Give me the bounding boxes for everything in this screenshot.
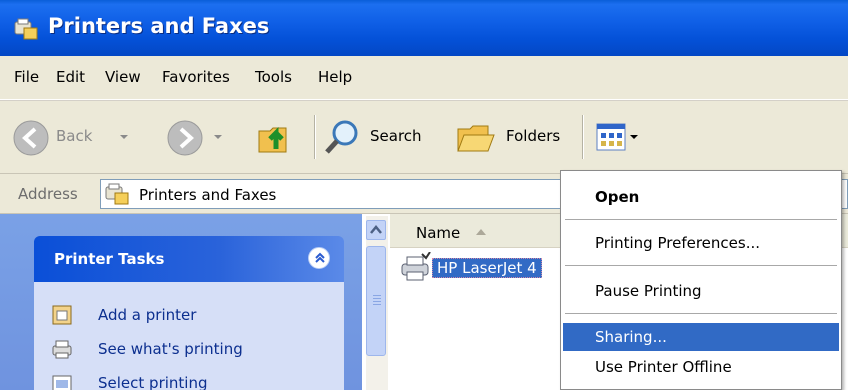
printer-name: HP LaserJet 4	[432, 258, 542, 278]
menu-item-label: Use Printer Offline	[595, 358, 732, 376]
menu-help[interactable]: Help	[318, 68, 352, 86]
menu-separator	[565, 265, 837, 266]
menu-item-label: Open	[595, 188, 640, 206]
menu-item-label: Pause Printing	[595, 282, 702, 300]
menu-separator	[565, 219, 837, 220]
up-folder-button[interactable]	[256, 101, 306, 175]
task-link-label: See what's printing	[98, 340, 243, 358]
up-folder-icon	[258, 126, 287, 153]
views-button[interactable]	[596, 101, 646, 175]
menu-item-open[interactable]: Open	[563, 183, 839, 211]
task-pane: Printer Tasks Add a printer See what's p…	[0, 214, 362, 390]
task-link-label: Add a printer	[98, 306, 197, 324]
forward-arrow-icon	[167, 120, 203, 156]
views-dropdown-icon[interactable]	[630, 135, 638, 139]
back-arrow-icon	[13, 120, 49, 156]
folders-button[interactable]: Folders	[456, 101, 576, 175]
context-menu: Open Printing Preferences... Pause Print…	[560, 170, 842, 390]
menu-edit[interactable]: Edit	[56, 68, 85, 86]
search-icon	[325, 120, 358, 154]
toolbar-separator	[582, 115, 583, 159]
scroll-thumb[interactable]	[366, 246, 386, 356]
chevron-up-icon	[315, 252, 325, 263]
toolbar-separator	[314, 115, 315, 159]
menu-separator	[565, 313, 837, 314]
back-dropdown-icon[interactable]	[120, 135, 128, 139]
menu-view[interactable]: View	[105, 68, 141, 86]
vertical-scrollbar[interactable]	[366, 216, 388, 390]
task-link-label: Select printing	[98, 374, 208, 390]
window-title: Printers and Faxes	[48, 14, 270, 38]
sort-ascending-icon	[476, 229, 486, 235]
menu-item-label: Sharing...	[595, 328, 667, 346]
address-value: Printers and Faxes	[139, 186, 277, 204]
printer-tasks-body: Add a printer See what's printing Select…	[34, 282, 344, 390]
printer-icon	[401, 252, 431, 281]
printing-preferences-icon	[52, 375, 72, 390]
address-label: Address	[18, 185, 78, 203]
search-label: Search	[370, 127, 422, 145]
forward-button[interactable]	[166, 101, 246, 175]
toolbar: Back Search Folders	[0, 100, 848, 174]
title-bar[interactable]: Printers and Faxes	[0, 0, 848, 56]
folders-label: Folders	[506, 127, 561, 145]
views-icon	[596, 123, 626, 151]
column-name-label: Name	[416, 224, 461, 242]
printers-folder-icon	[105, 183, 129, 205]
search-button[interactable]: Search	[322, 101, 442, 175]
printer-tasks-header[interactable]: Printer Tasks	[34, 236, 344, 282]
menu-item-label: Printing Preferences...	[595, 234, 760, 252]
printer-tasks-title: Printer Tasks	[54, 250, 165, 268]
menu-favorites[interactable]: Favorites	[162, 68, 230, 86]
collapse-button[interactable]	[308, 247, 330, 269]
scroll-up-button[interactable]	[366, 220, 386, 240]
chevron-up-icon	[370, 225, 382, 234]
menu-file[interactable]: File	[14, 68, 39, 86]
printers-folder-icon	[14, 18, 38, 40]
back-button[interactable]: Back	[12, 101, 152, 175]
forward-dropdown-icon[interactable]	[214, 135, 222, 139]
menu-item-use-printer-offline[interactable]: Use Printer Offline	[563, 353, 839, 381]
printer-icon	[52, 340, 72, 359]
menu-bar: File Edit View Favorites Tools Help	[0, 56, 848, 100]
folders-icon	[457, 125, 495, 152]
menu-item-printing-preferences[interactable]: Printing Preferences...	[563, 229, 839, 257]
add-printer-icon	[52, 305, 72, 325]
menu-item-sharing[interactable]: Sharing...	[563, 323, 839, 351]
menu-item-pause-printing[interactable]: Pause Printing	[563, 277, 839, 305]
back-label: Back	[56, 127, 93, 145]
menu-tools[interactable]: Tools	[255, 68, 292, 86]
